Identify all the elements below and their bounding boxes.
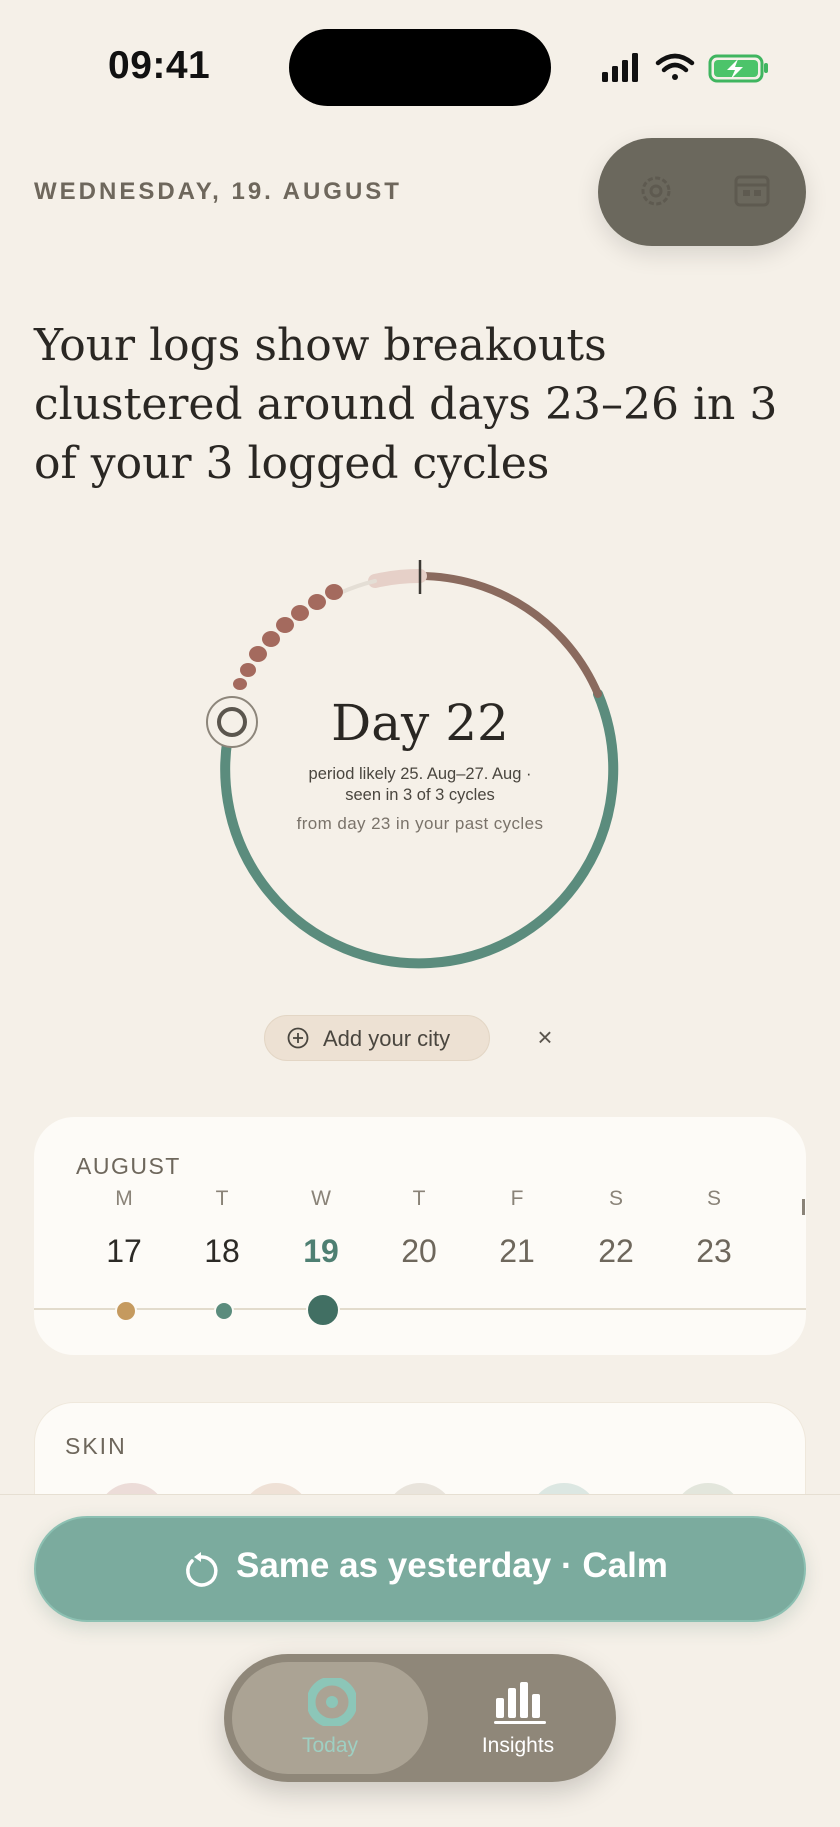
weekday-label: T — [215, 1187, 229, 1210]
top-actions-pill — [598, 138, 806, 246]
day-cell[interactable]: 6 — [34, 1233, 64, 1270]
tab-bar: Today Insights — [224, 1654, 616, 1782]
day-cell[interactable]: 22 — [576, 1233, 656, 1270]
skin-section-title: SKIN — [65, 1433, 127, 1459]
period-prediction: period likely 25. Aug–27. Aug · — [308, 765, 532, 783]
day-cell[interactable]: 21 — [477, 1233, 557, 1270]
same-as-yesterday-button[interactable]: Same as yesterday · Calm — [34, 1516, 806, 1622]
tab-today-label: Today — [301, 1734, 359, 1757]
date-heading: WEDNESDAY, 19. AUGUST — [34, 178, 402, 205]
ring-gray-arc — [338, 579, 377, 595]
log-dot-today — [306, 1293, 340, 1327]
timeline-track — [34, 1308, 806, 1310]
day-cell[interactable]: 18 — [182, 1233, 262, 1270]
status-icons — [602, 53, 768, 83]
weekday-label: W — [311, 1187, 331, 1210]
weekday-label-partial — [802, 1199, 805, 1215]
add-city-chip[interactable]: Add your city — [264, 1015, 490, 1061]
dismiss-city-button[interactable]: × — [530, 1022, 560, 1052]
weekday-label: T — [412, 1187, 426, 1210]
day-cell[interactable]: 20 — [379, 1233, 459, 1270]
breakout-dots — [233, 584, 343, 690]
cycle-day-label: Day 22 — [331, 694, 509, 752]
wifi-icon — [655, 53, 695, 80]
cycle-history-note: from day 23 in your past cycles — [296, 814, 544, 833]
day-cell[interactable]: 2 — [774, 1233, 806, 1270]
weekday-label: S — [608, 1187, 623, 1210]
day-cell[interactable]: 17 — [84, 1233, 164, 1270]
ring-faint-arc — [368, 568, 427, 588]
tab-insights-label: Insights — [481, 1734, 555, 1757]
week-calendar-strip[interactable]: AUGUST M T W T F S S 6 17 18 19 20 21 22… — [34, 1117, 806, 1355]
tab-today[interactable]: Today — [232, 1662, 428, 1774]
calendar-icon[interactable] — [732, 171, 772, 211]
weekday-label: F — [510, 1187, 524, 1210]
log-dot — [115, 1300, 137, 1322]
bar-chart-icon — [494, 1682, 546, 1724]
cycle-confidence: seen in 3 of 3 cycles — [345, 786, 495, 804]
status-time: 09:41 — [108, 44, 211, 87]
insight-headline: Your logs show breakouts clustered aroun… — [34, 320, 778, 489]
battery-icon — [708, 54, 768, 83]
ring-brown-arc — [416, 572, 602, 698]
signal-icon — [602, 53, 638, 82]
calendar-month: AUGUST — [76, 1153, 181, 1179]
day-cell-today[interactable]: 19 — [281, 1233, 361, 1270]
dynamic-island — [289, 29, 551, 106]
same-as-yesterday-label: Same as yesterday · Calm — [236, 1546, 668, 1585]
gear-icon[interactable] — [636, 171, 676, 211]
log-dot — [214, 1301, 234, 1321]
tab-insights[interactable]: Insights — [428, 1662, 608, 1774]
day-cell[interactable]: 23 — [674, 1233, 754, 1270]
add-circle-icon — [287, 1027, 309, 1049]
add-city-label: Add your city — [323, 1026, 451, 1051]
today-icon — [308, 1678, 356, 1726]
repeat-icon — [186, 1552, 218, 1587]
weekday-label: S — [706, 1187, 721, 1210]
weekday-label: M — [115, 1187, 133, 1210]
